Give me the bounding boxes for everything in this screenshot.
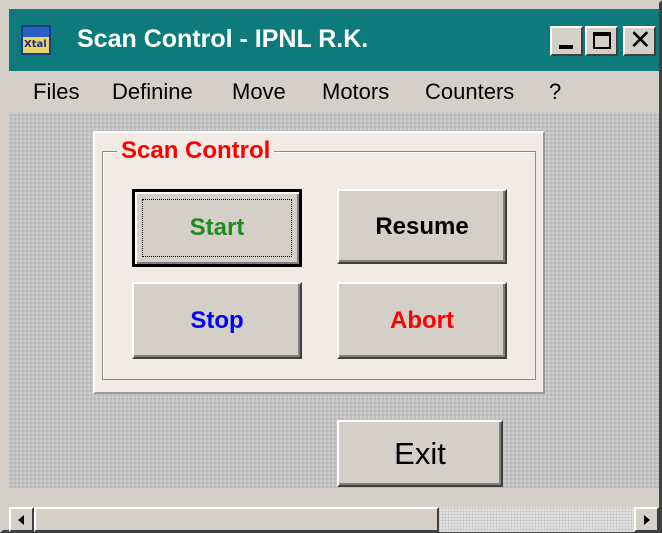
menu-counters[interactable]: Counters <box>425 79 514 105</box>
menu-files[interactable]: Files <box>33 79 79 105</box>
minimize-button[interactable] <box>550 26 583 56</box>
scroll-thumb[interactable] <box>34 507 439 532</box>
exit-button[interactable]: Exit <box>337 420 503 487</box>
scroll-right-button[interactable] <box>634 507 659 532</box>
scroll-left-arrow-icon <box>18 515 24 525</box>
menu-move[interactable]: Move <box>232 79 286 105</box>
stop-button[interactable]: Stop <box>132 282 302 359</box>
menu-motors[interactable]: Motors <box>322 79 389 105</box>
title-bar[interactable]: Xtal Scan Control - IPNL R.K. ✕ <box>9 9 659 71</box>
start-button-label: Start <box>189 214 245 241</box>
app-icon-text: Xtal <box>24 39 47 50</box>
close-button[interactable]: ✕ <box>623 26 656 56</box>
maximize-button[interactable] <box>585 26 618 56</box>
app-window: Xtal Scan Control - IPNL R.K. ✕ Files De… <box>0 0 662 533</box>
resume-button-label: Resume <box>375 212 469 240</box>
maximize-icon <box>593 32 611 49</box>
scroll-left-button[interactable] <box>9 507 34 532</box>
horizontal-scrollbar[interactable] <box>9 507 659 532</box>
menu-definine[interactable]: Definine <box>112 79 193 105</box>
minimize-icon <box>559 45 573 49</box>
xtal-app-icon[interactable]: Xtal <box>21 25 51 55</box>
start-button[interactable]: Start <box>132 189 302 267</box>
stop-button-label: Stop <box>190 306 244 334</box>
scan-control-group: Scan Control Start Resume Stop Abort <box>93 131 545 394</box>
scroll-right-arrow-icon <box>644 515 650 525</box>
abort-button-label: Abort <box>390 306 454 334</box>
group-title: Scan Control <box>117 137 275 165</box>
menu-bar: Files Definine Move Motors Counters ? <box>9 71 659 113</box>
exit-button-label: Exit <box>394 435 446 471</box>
abort-button[interactable]: Abort <box>337 282 507 359</box>
resume-button[interactable]: Resume <box>337 189 507 264</box>
window-title: Scan Control - IPNL R.K. <box>77 25 369 53</box>
menu-help[interactable]: ? <box>549 79 561 105</box>
close-icon: ✕ <box>629 25 652 56</box>
